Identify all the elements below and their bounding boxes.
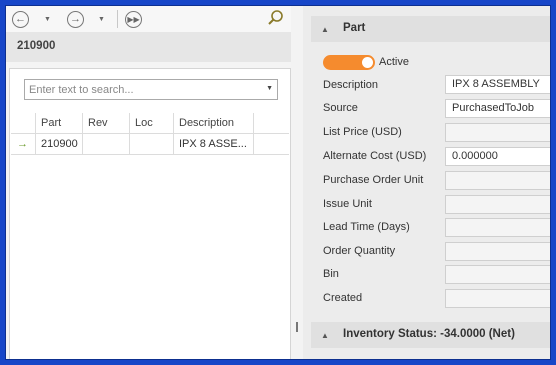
bin-field[interactable] [445,265,550,284]
forward-arrow-icon: → [67,10,84,28]
forward-dropdown-button[interactable]: ▼ [98,10,105,28]
field-label-created: Created [323,292,363,304]
cell-part[interactable]: 210900 [36,134,83,155]
back-button[interactable]: ← [12,10,29,28]
active-label: Active [379,56,409,68]
field-label-source: Source [323,102,358,114]
skip-forward-icon: ▶▶ [125,10,142,28]
parts-grid: Part Rev Loc Description → 210900 IPX 8 … [11,113,289,155]
field-label-issue-unit: Issue Unit [323,198,372,210]
chevron-down-icon: ▼ [44,15,51,23]
forward-button[interactable]: → [67,10,84,28]
chevron-down-icon[interactable]: ▼ [266,85,273,92]
field-label-description: Description [323,79,379,91]
toolbar-divider [117,10,118,28]
cell-rev[interactable] [83,134,130,155]
part-detail-pane: ▲ Part Active Description IPX 8 ASSEMBLY… [303,6,550,359]
field-label-bin: Bin [323,268,339,280]
order-quantity-field[interactable] [445,242,550,261]
search-input[interactable] [29,82,257,97]
inventory-section-header[interactable]: ▲ Inventory Status: -34.0000 (Net) [311,322,550,348]
collapse-arrow-icon: ▲ [321,331,329,340]
list-price-field[interactable] [445,123,550,142]
search-icon [268,10,283,25]
cell-empty [254,134,289,155]
skip-forward-button[interactable]: ▶▶ [125,10,142,28]
field-label-alternate-cost: Alternate Cost (USD) [323,150,427,162]
back-arrow-icon: ← [12,10,29,28]
purchase-order-unit-field[interactable] [445,171,550,190]
field-label-lead-time: Lead Time (Days) [323,221,410,233]
part-section-title: Part [343,22,366,34]
app-window: ← ▼ → ▼ ▶▶ 210900 Enter text to search..… [5,5,551,360]
lead-time-field[interactable] [445,218,550,237]
description-field[interactable]: IPX 8 ASSEMBLY [445,75,550,94]
issue-unit-field[interactable] [445,195,550,214]
source-field[interactable]: PurchasedToJob [445,99,550,118]
cell-description[interactable]: IPX 8 ASSE... [174,134,254,155]
collapse-arrow-icon: ▲ [321,25,329,34]
inventory-section-title: Inventory Status: -34.0000 (Net) [343,328,515,340]
table-row[interactable]: → 210900 IPX 8 ASSE... [11,134,289,155]
part-section-header[interactable]: ▲ Part [311,16,550,42]
part-list-pane: ← ▼ → ▼ ▶▶ 210900 Enter text to search..… [6,6,291,359]
column-header-rev[interactable]: Rev [83,113,130,134]
pane-splitter[interactable] [291,6,303,359]
field-label-list-price: List Price (USD) [323,126,402,138]
row-indicator-icon: → [11,134,36,155]
toggle-knob [362,57,373,68]
column-header-indicator [11,113,36,134]
cell-loc[interactable] [130,134,174,155]
grid-header-row: Part Rev Loc Description [11,113,289,134]
part-list-panel: ▼ Part Rev Loc Description → 210900 IPX … [9,68,291,359]
column-header-empty [254,113,289,134]
created-field[interactable] [445,289,550,308]
record-header: 210900 [6,32,291,62]
column-header-part[interactable]: Part [36,113,83,134]
alternate-cost-field[interactable]: 0.000000 [445,147,550,166]
field-label-order-quantity: Order Quantity [323,245,396,257]
toolbar: ← ▼ → ▼ ▶▶ [6,6,291,32]
search-box[interactable]: ▼ [24,79,278,100]
search-button[interactable] [267,9,285,27]
splitter-grip-icon[interactable] [296,322,298,332]
active-toggle[interactable] [323,55,375,70]
back-dropdown-button[interactable]: ▼ [44,10,51,28]
record-title: 210900 [17,40,56,52]
column-header-loc[interactable]: Loc [130,113,174,134]
column-header-description[interactable]: Description [174,113,254,134]
field-label-purchase-order-unit: Purchase Order Unit [323,174,424,186]
chevron-down-icon: ▼ [98,15,105,23]
